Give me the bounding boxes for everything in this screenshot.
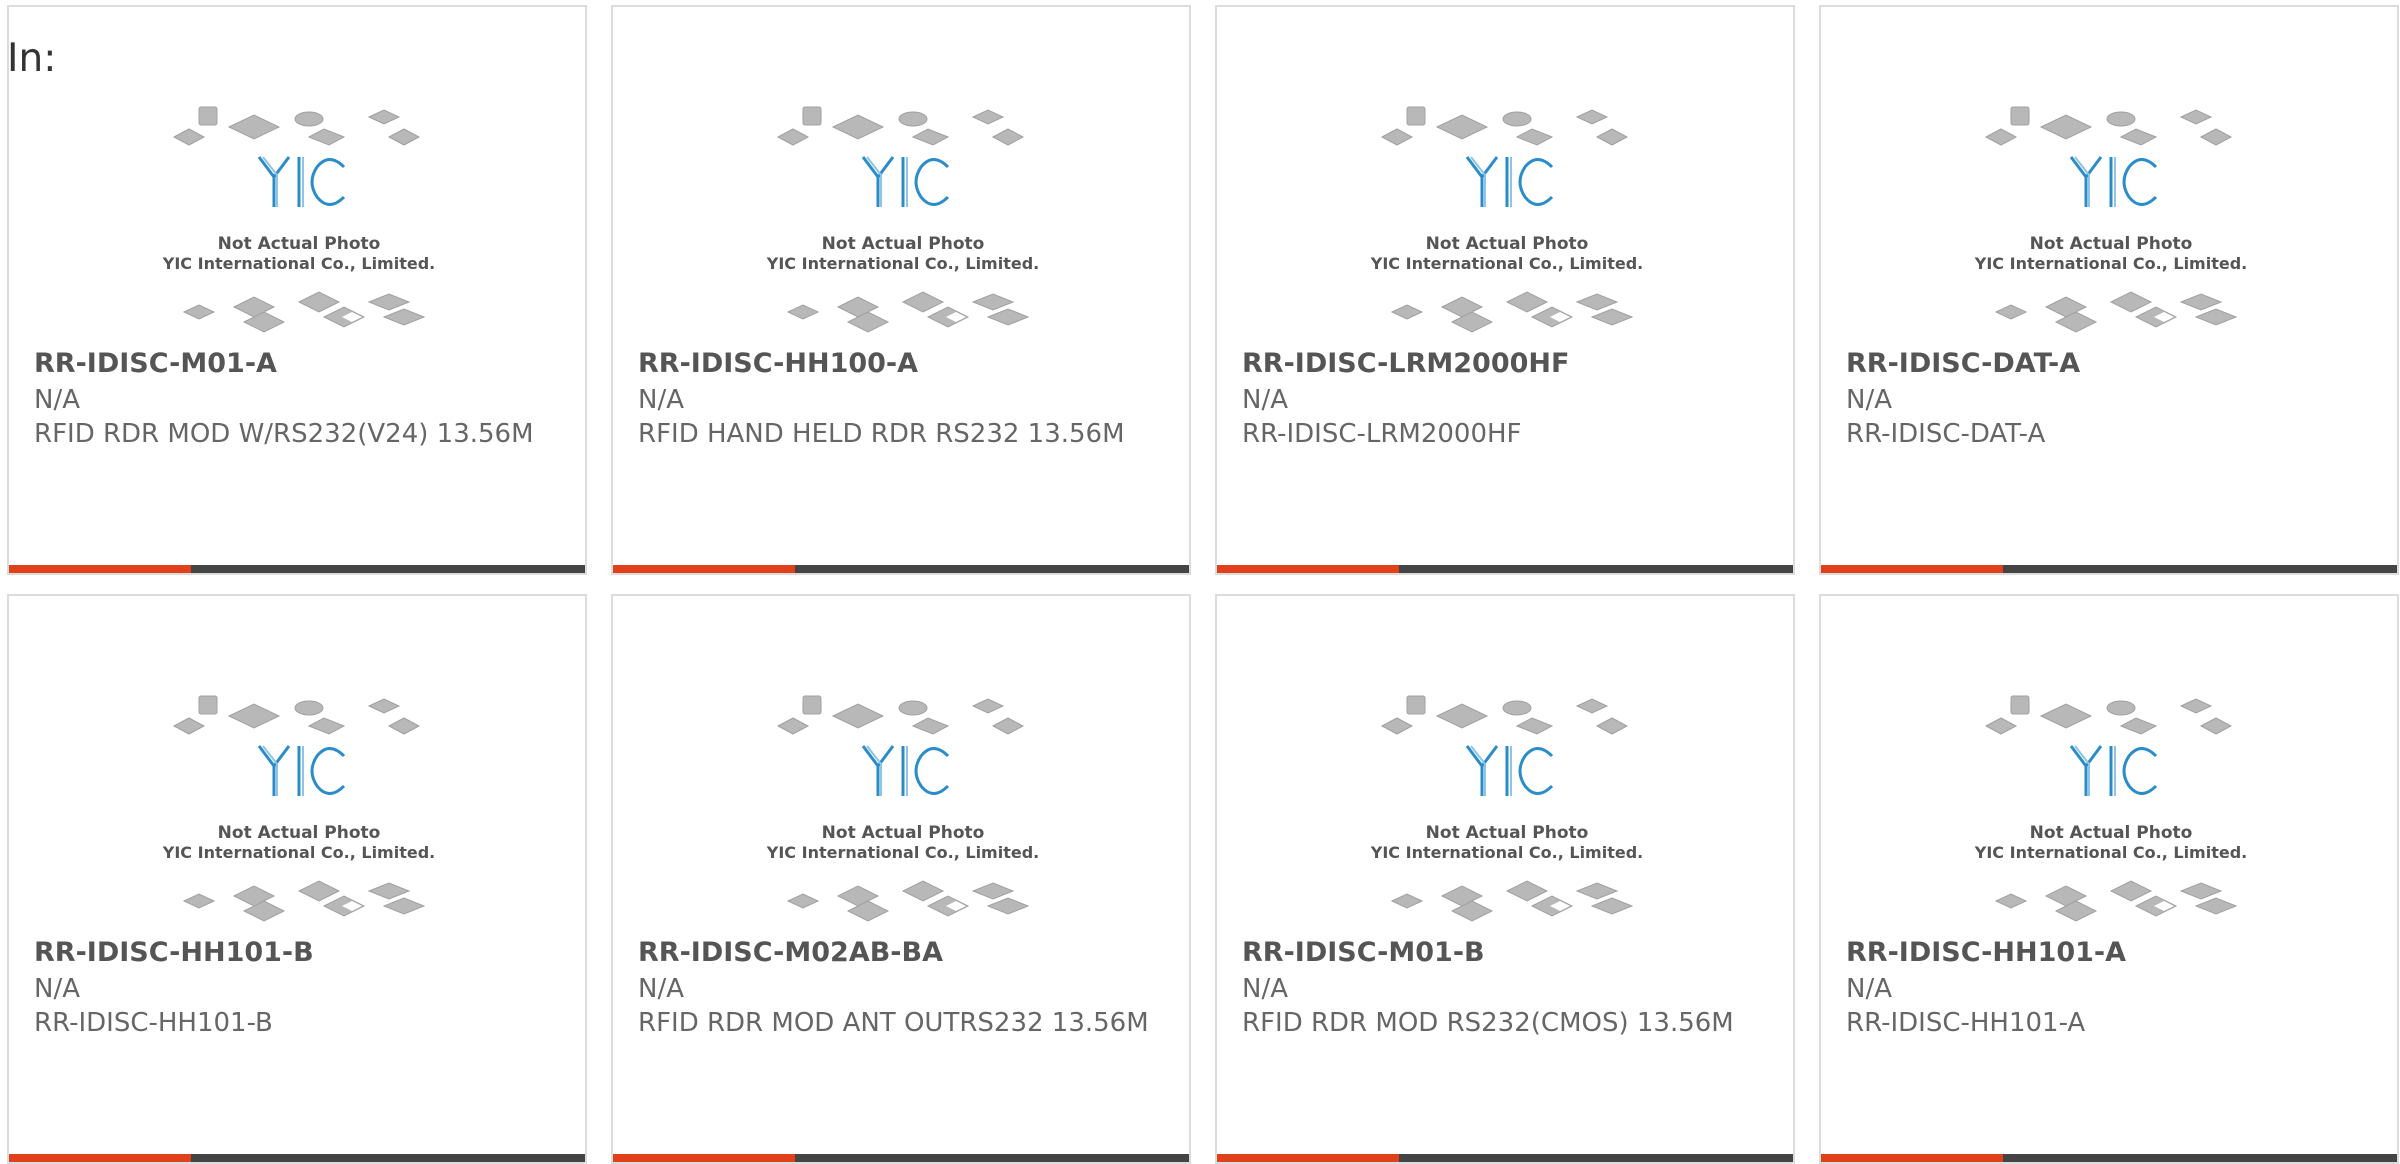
product-image-placeholder[interactable]: Not Actual Photo YIC International Co., … (1367, 686, 1647, 936)
product-image-placeholder[interactable]: Not Actual Photo YIC International Co., … (1971, 686, 2251, 936)
card-accent-bar (9, 1154, 191, 1162)
product-image-placeholder[interactable]: Not Actual Photo YIC International Co., … (159, 97, 439, 347)
product-manufacturer: N/A (638, 974, 684, 1004)
placeholder-caption: Not Actual Photo (822, 823, 985, 843)
product-manufacturer: N/A (34, 974, 80, 1004)
product-card[interactable]: Not Actual Photo YIC International Co., … (1215, 594, 1795, 1164)
card-accent-bar (1821, 565, 2003, 573)
placeholder-caption: Not Actual Photo (822, 234, 985, 254)
product-image-placeholder[interactable]: Not Actual Photo YIC International Co., … (1971, 97, 2251, 347)
product-manufacturer: N/A (34, 385, 80, 415)
product-description: RR-IDISC-HH101-A (1846, 1008, 2086, 1038)
placeholder-caption: Not Actual Photo (2030, 234, 2193, 254)
product-manufacturer: N/A (1242, 974, 1288, 1004)
product-part-number[interactable]: RR-IDISC-M02AB-BA (638, 936, 943, 970)
product-card[interactable]: Not Actual Photo YIC International Co., … (7, 594, 587, 1164)
card-footer-bar (613, 1154, 1189, 1162)
in-label: In: (7, 36, 57, 81)
product-part-number[interactable]: RR-IDISC-M01-B (1242, 936, 1485, 970)
product-part-number[interactable]: RR-IDISC-LRM2000HF (1242, 347, 1569, 381)
placeholder-caption: Not Actual Photo (218, 234, 381, 254)
product-description: RFID RDR MOD RS232(CMOS) 13.56M (1242, 1008, 1734, 1038)
product-card[interactable]: Not Actual Photo YIC International Co., … (611, 594, 1191, 1164)
product-manufacturer: N/A (1846, 385, 1892, 415)
card-accent-bar (1217, 565, 1399, 573)
product-card[interactable]: Not Actual Photo YIC International Co., … (7, 5, 587, 575)
product-description: RFID RDR MOD W/RS232(V24) 13.56M (34, 419, 534, 449)
card-footer-bar (9, 1154, 585, 1162)
product-description: RR-IDISC-DAT-A (1846, 419, 2046, 449)
product-image-placeholder[interactable]: Not Actual Photo YIC International Co., … (159, 686, 439, 936)
product-part-number[interactable]: RR-IDISC-DAT-A (1846, 347, 2080, 381)
placeholder-caption: YIC International Co., Limited. (162, 843, 435, 862)
card-footer-bar (9, 565, 585, 573)
card-accent-bar (613, 565, 795, 573)
card-accent-bar (1217, 1154, 1399, 1162)
product-part-number[interactable]: RR-IDISC-HH101-B (34, 936, 314, 970)
product-description: RR-IDISC-HH101-B (34, 1008, 273, 1038)
placeholder-caption: YIC International Co., Limited. (1974, 254, 2247, 273)
product-manufacturer: N/A (638, 385, 684, 415)
product-part-number[interactable]: RR-IDISC-HH101-A (1846, 936, 2126, 970)
placeholder-caption: Not Actual Photo (218, 823, 381, 843)
card-footer-bar (613, 565, 1189, 573)
placeholder-caption: YIC International Co., Limited. (766, 843, 1039, 862)
placeholder-caption: YIC International Co., Limited. (1974, 843, 2247, 862)
product-manufacturer: N/A (1242, 385, 1288, 415)
product-part-number[interactable]: RR-IDISC-HH100-A (638, 347, 918, 381)
card-accent-bar (1821, 1154, 2003, 1162)
card-accent-bar (613, 1154, 795, 1162)
card-footer-bar (1821, 1154, 2397, 1162)
placeholder-caption: YIC International Co., Limited. (1370, 843, 1643, 862)
placeholder-caption: YIC International Co., Limited. (162, 254, 435, 273)
product-description: RFID RDR MOD ANT OUTRS232 13.56M (638, 1008, 1149, 1038)
product-description: RFID HAND HELD RDR RS232 13.56M (638, 419, 1125, 449)
product-manufacturer: N/A (1846, 974, 1892, 1004)
placeholder-caption: YIC International Co., Limited. (766, 254, 1039, 273)
product-image-placeholder[interactable]: Not Actual Photo YIC International Co., … (763, 97, 1043, 347)
product-card[interactable]: Not Actual Photo YIC International Co., … (1819, 5, 2399, 575)
product-image-placeholder[interactable]: Not Actual Photo YIC International Co., … (1367, 97, 1647, 347)
card-footer-bar (1821, 565, 2397, 573)
placeholder-caption: Not Actual Photo (1426, 823, 1589, 843)
product-card[interactable]: Not Actual Photo YIC International Co., … (1215, 5, 1795, 575)
placeholder-caption: Not Actual Photo (2030, 823, 2193, 843)
card-footer-bar (1217, 1154, 1793, 1162)
product-image-placeholder[interactable]: Not Actual Photo YIC International Co., … (763, 686, 1043, 936)
placeholder-caption: Not Actual Photo (1426, 234, 1589, 254)
card-accent-bar (9, 565, 191, 573)
product-description: RR-IDISC-LRM2000HF (1242, 419, 1522, 449)
card-footer-bar (1217, 565, 1793, 573)
placeholder-caption: YIC International Co., Limited. (1370, 254, 1643, 273)
product-card[interactable]: Not Actual Photo YIC International Co., … (611, 5, 1191, 575)
product-part-number[interactable]: RR-IDISC-M01-A (34, 347, 277, 381)
product-card[interactable]: Not Actual Photo YIC International Co., … (1819, 594, 2399, 1164)
